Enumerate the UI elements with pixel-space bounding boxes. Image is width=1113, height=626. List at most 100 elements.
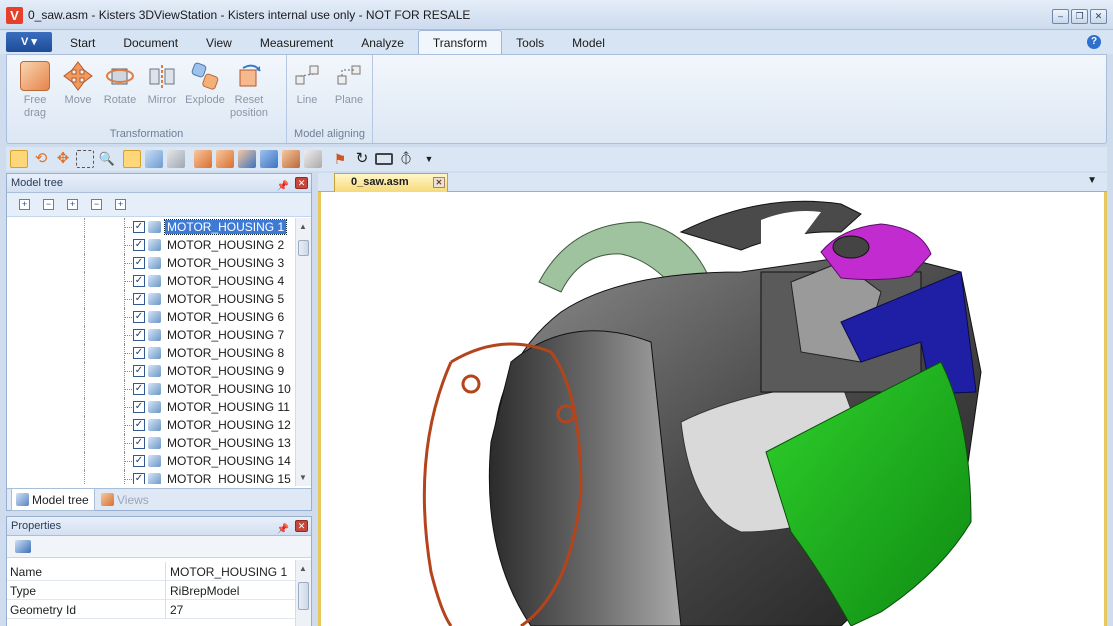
tree-item[interactable]: ✓ MOTOR_HOUSING 9 — [7, 362, 297, 380]
tab-model[interactable]: Model — [558, 30, 619, 54]
property-row-geometry-id[interactable]: Geometry Id 27 — [7, 600, 297, 619]
visibility-checkbox[interactable]: ✓ — [133, 329, 145, 341]
view-right-icon[interactable] — [304, 150, 322, 168]
tree-item[interactable]: ✓ MOTOR_HOUSING 2 — [7, 236, 297, 254]
flag-icon[interactable]: ⚑ — [331, 150, 349, 168]
tree-item[interactable]: ✓ MOTOR_HOUSING 6 — [7, 308, 297, 326]
tree-item[interactable]: ✓ MOTOR_HOUSING 14 — [7, 452, 297, 470]
tree-scrollbar[interactable]: ▲ ▼ — [295, 218, 311, 486]
tab-transform[interactable]: Transform — [417, 30, 503, 54]
tab-analyze[interactable]: Analyze — [347, 30, 418, 54]
scroll-up-icon[interactable]: ▲ — [299, 222, 307, 231]
view-bottom-icon[interactable] — [260, 150, 278, 168]
visibility-checkbox[interactable]: ✓ — [133, 383, 145, 395]
zoom-icon[interactable]: 🔍 — [98, 150, 116, 168]
move-button[interactable]: Move — [58, 61, 98, 107]
properties-scroll-thumb[interactable] — [298, 582, 309, 610]
minimize-button[interactable]: – — [1052, 9, 1069, 24]
view-left-icon[interactable] — [282, 150, 300, 168]
properties-close-icon[interactable]: ✕ — [295, 520, 308, 532]
visibility-checkbox[interactable]: ✓ — [133, 221, 145, 233]
pick-edge-icon[interactable] — [167, 150, 185, 168]
tab-model-tree[interactable]: Model tree — [11, 489, 95, 511]
rotate-button[interactable]: Rotate — [100, 61, 140, 107]
mirror-button[interactable]: Mirror — [142, 61, 182, 107]
align-plane-button[interactable]: Plane — [329, 61, 369, 107]
visibility-checkbox[interactable]: ✓ — [133, 275, 145, 287]
collapse-level-icon[interactable]: − — [91, 199, 102, 210]
tree-item[interactable]: ✓ MOTOR_HOUSING 5 — [7, 290, 297, 308]
scroll-thumb[interactable] — [298, 240, 309, 256]
tree-item[interactable]: ✓ MOTOR_HOUSING 11 — [7, 398, 297, 416]
visibility-checkbox[interactable]: ✓ — [133, 311, 145, 323]
tree-item[interactable]: ✓ MOTOR_HOUSING 8 — [7, 344, 297, 362]
tree-item[interactable]: ✓ MOTOR_HOUSING 10 — [7, 380, 297, 398]
visibility-checkbox[interactable]: ✓ — [133, 419, 145, 431]
pick-mode-icon[interactable] — [123, 150, 141, 168]
free-drag-button[interactable]: Free drag — [15, 61, 55, 120]
help-icon[interactable]: ? — [1087, 35, 1101, 49]
document-tab[interactable]: 0_saw.asm ✕ — [334, 173, 448, 192]
visibility-checkbox[interactable]: ✓ — [133, 455, 145, 467]
tree-item-label: MOTOR_HOUSING 15 — [167, 472, 291, 484]
select-tool-icon[interactable] — [10, 150, 28, 168]
property-key: Name — [10, 565, 43, 579]
circle-arrow-icon[interactable]: ↻ — [353, 150, 371, 168]
property-row-type[interactable]: Type RiBrepModel — [7, 581, 297, 600]
close-document-icon[interactable]: ✕ — [433, 177, 445, 188]
reset-position-button[interactable]: Reset position — [229, 61, 269, 120]
app-menu-button[interactable]: V ▾ — [6, 32, 52, 52]
tab-document[interactable]: Document — [109, 30, 192, 54]
properties-scrollbar[interactable]: ▲ — [295, 560, 311, 626]
scroll-down-icon[interactable]: ▼ — [299, 473, 307, 482]
expand-all-icon[interactable]: + — [19, 199, 30, 210]
tab-views[interactable]: Views — [97, 489, 157, 511]
document-list-dropdown-icon[interactable]: ▼ — [1087, 175, 1097, 186]
visibility-checkbox[interactable]: ✓ — [133, 347, 145, 359]
3d-viewport[interactable] — [318, 192, 1107, 626]
tab-tools[interactable]: Tools — [502, 30, 558, 54]
tree-item-label: MOTOR_HOUSING 7 — [167, 328, 285, 342]
visibility-checkbox[interactable]: ✓ — [133, 239, 145, 251]
copy-properties-icon[interactable] — [15, 540, 31, 553]
rotate-label: Rotate — [103, 94, 137, 106]
tree-item[interactable]: ✓ MOTOR_HOUSING 4 — [7, 272, 297, 290]
property-row-partial[interactable] — [7, 619, 297, 626]
collapse-all-icon[interactable]: − — [43, 199, 54, 210]
restore-button[interactable]: ❐ — [1071, 9, 1088, 24]
tab-view[interactable]: View — [192, 30, 246, 54]
tree-item[interactable]: ✓ MOTOR_HOUSING 12 — [7, 416, 297, 434]
tree-item[interactable]: ✓ MOTOR_HOUSING 15 — [7, 470, 297, 484]
visibility-checkbox[interactable]: ✓ — [133, 293, 145, 305]
visibility-checkbox[interactable]: ✓ — [133, 365, 145, 377]
toolbar-overflow-icon[interactable]: ▼ — [420, 150, 438, 168]
property-row-name[interactable]: Name MOTOR_HOUSING 1 — [7, 562, 297, 581]
tree-item[interactable]: ✓ MOTOR_HOUSING 7 — [7, 326, 297, 344]
pick-face-icon[interactable] — [145, 150, 163, 168]
visibility-checkbox[interactable]: ✓ — [133, 401, 145, 413]
visibility-checkbox[interactable]: ✓ — [133, 473, 145, 484]
tab-measurement[interactable]: Measurement — [246, 30, 347, 54]
view-front-icon[interactable] — [194, 150, 212, 168]
lasso-icon[interactable]: ⦽ — [397, 150, 415, 168]
tab-start[interactable]: Start — [56, 30, 109, 54]
explode-button[interactable]: Explode — [185, 61, 225, 107]
tree-item[interactable]: ✓ MOTOR_HOUSING 3 — [7, 254, 297, 272]
tree-item[interactable]: ✓ MOTOR_HOUSING 1 — [7, 218, 297, 236]
tree-item-label: MOTOR_HOUSING 13 — [167, 436, 291, 450]
visibility-checkbox[interactable]: ✓ — [133, 437, 145, 449]
view-back-icon[interactable] — [216, 150, 234, 168]
close-window-button[interactable]: ✕ — [1090, 9, 1107, 24]
pan-icon[interactable]: ✥ — [54, 150, 72, 168]
expand-level-icon[interactable]: + — [67, 199, 78, 210]
rotate-view-icon[interactable]: ⟲ — [32, 150, 50, 168]
rectangle-icon[interactable] — [375, 153, 393, 165]
tree-item[interactable]: ✓ MOTOR_HOUSING 13 — [7, 434, 297, 452]
visibility-checkbox[interactable]: ✓ — [133, 257, 145, 269]
expand-selected-icon[interactable]: + — [115, 199, 126, 210]
close-panel-icon[interactable]: ✕ — [295, 177, 308, 189]
view-top-icon[interactable] — [238, 150, 256, 168]
properties-scroll-up-icon[interactable]: ▲ — [299, 564, 307, 573]
zoom-box-icon[interactable] — [76, 150, 94, 168]
align-line-button[interactable]: Line — [287, 61, 327, 107]
